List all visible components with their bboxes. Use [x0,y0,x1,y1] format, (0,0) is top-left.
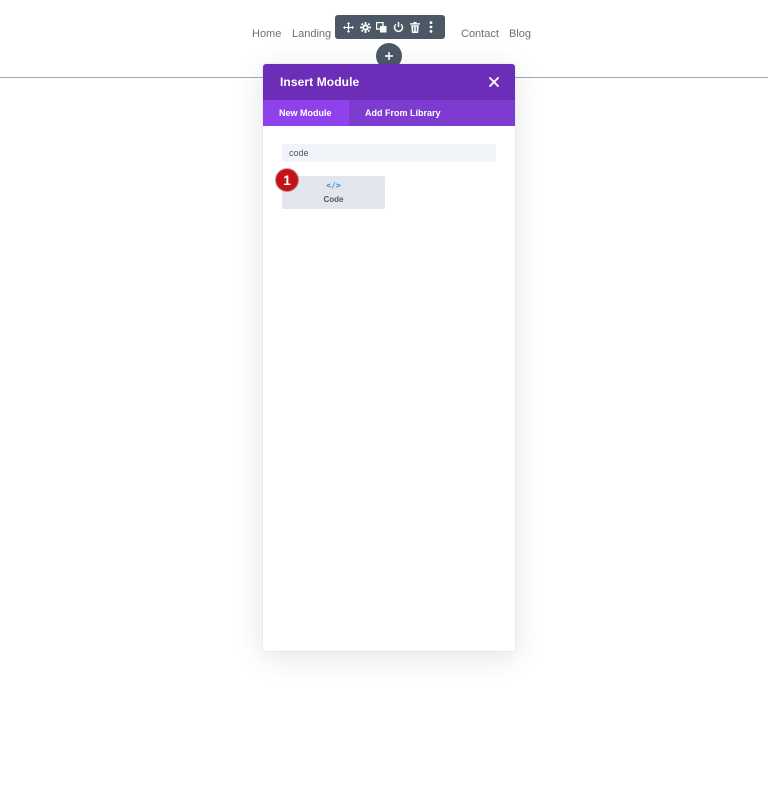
nav-item-contact[interactable]: Contact [461,28,499,40]
more-icon[interactable] [424,19,438,35]
module-search-input[interactable] [282,144,496,162]
row-toolbar [335,15,445,39]
modal-header: Insert Module [263,64,515,100]
step-number-badge: 1 [276,169,298,191]
power-icon[interactable] [391,19,405,35]
close-icon[interactable] [487,75,501,89]
tab-new-module[interactable]: New Module [263,100,349,126]
nav-item-home[interactable]: Home [252,28,281,40]
page: Home Landing t Contact Blog [0,0,768,793]
tab-add-from-library[interactable]: Add From Library [349,100,457,126]
plus-icon [385,47,393,65]
insert-module-modal: Insert Module New Module Add From Librar… [263,64,515,651]
module-label: Code [323,195,344,204]
modal-title: Insert Module [280,75,360,89]
nav-item-blog[interactable]: Blog [509,28,531,40]
move-icon[interactable] [342,19,356,35]
trash-icon[interactable] [408,19,422,35]
duplicate-icon[interactable] [375,19,389,35]
gear-icon[interactable] [358,19,372,35]
nav-item-landing[interactable]: Landing [292,28,331,40]
modal-tabs: New Module Add From Library [263,100,515,126]
